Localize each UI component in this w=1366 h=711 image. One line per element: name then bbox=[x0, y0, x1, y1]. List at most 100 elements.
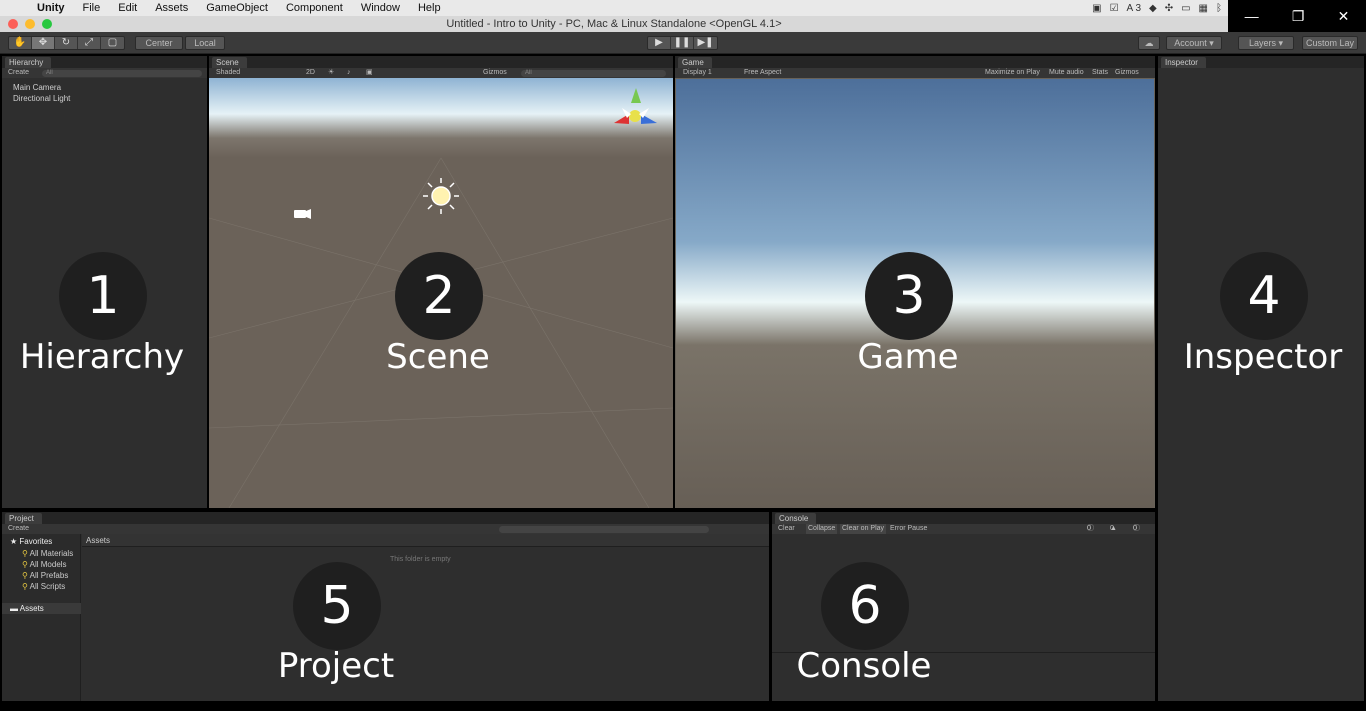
shading-dropdown[interactable]: Shaded bbox=[216, 68, 240, 78]
game-gizmos-dropdown[interactable]: Gizmos bbox=[1115, 68, 1139, 78]
console-panel: Console Clear Collapse Clear on Play Err… bbox=[772, 512, 1155, 701]
tab-console[interactable]: Console bbox=[775, 513, 817, 524]
zoom-dot-icon[interactable] bbox=[42, 19, 52, 29]
hierarchy-item-directional-light[interactable]: Directional Light bbox=[13, 94, 70, 103]
hierarchy-create[interactable]: Create bbox=[8, 68, 29, 78]
fav-all-scripts-label: All Scripts bbox=[29, 582, 66, 591]
light-gizmo-icon[interactable] bbox=[423, 178, 459, 214]
effects-icon[interactable]: ▣ bbox=[366, 68, 373, 78]
scene-search[interactable]: All bbox=[521, 69, 666, 77]
hierarchy-search-placeholder: All bbox=[46, 69, 53, 76]
fav-all-models[interactable]: ⚲ All Models bbox=[22, 560, 67, 569]
tab-game[interactable]: Game bbox=[678, 57, 712, 68]
cloud-icon[interactable]: ☁ bbox=[1138, 36, 1160, 50]
overlay-number-3: 3 bbox=[865, 252, 953, 340]
menu-file[interactable]: File bbox=[74, 2, 110, 14]
project-toolbar: Create bbox=[2, 524, 769, 534]
camera-gizmo-icon[interactable] bbox=[294, 209, 311, 219]
game-panel: Game Display 1 Free Aspect Maximize on P… bbox=[675, 56, 1155, 508]
adobe-count: 3 bbox=[1135, 2, 1141, 14]
overlay-label-scene: Scene bbox=[386, 337, 490, 377]
info-count: 0 bbox=[1087, 525, 1091, 532]
project-search[interactable] bbox=[499, 525, 709, 533]
console-error-pause-toggle[interactable]: Error Pause bbox=[890, 524, 927, 534]
account-label: Account bbox=[1174, 38, 1207, 48]
tab-scene[interactable]: Scene bbox=[212, 57, 247, 68]
rect-tool-icon[interactable]: ▢ bbox=[101, 37, 124, 49]
flag-icon[interactable]: ▦ bbox=[1199, 3, 1208, 14]
menu-help[interactable]: Help bbox=[409, 2, 450, 14]
search-icon: ⚲ bbox=[22, 549, 28, 558]
fav-all-models-label: All Models bbox=[29, 560, 67, 569]
account-dropdown[interactable]: Account ▾ bbox=[1166, 36, 1222, 50]
dropbox-icon[interactable]: ◆ bbox=[1149, 3, 1157, 14]
toggle-2d[interactable]: 2D bbox=[306, 68, 315, 78]
scene-gizmos-dropdown[interactable]: Gizmos bbox=[483, 68, 507, 78]
tab-project[interactable]: Project bbox=[5, 513, 42, 524]
fav-all-prefabs[interactable]: ⚲ All Prefabs bbox=[22, 571, 68, 580]
move-tool-icon[interactable]: ✥ bbox=[32, 37, 55, 49]
menu-component[interactable]: Component bbox=[277, 2, 352, 14]
close-dot-icon[interactable] bbox=[8, 19, 18, 29]
fav-all-materials[interactable]: ⚲ All Materials bbox=[22, 549, 73, 558]
lighting-icon[interactable]: ☀ bbox=[328, 68, 334, 78]
mute-audio-toggle[interactable]: Mute audio bbox=[1049, 68, 1084, 78]
overlay-number-4: 4 bbox=[1220, 252, 1308, 340]
layout-dropdown[interactable]: Custom Lay bbox=[1302, 36, 1358, 50]
stats-toggle[interactable]: Stats bbox=[1092, 68, 1108, 78]
airplay-icon[interactable]: ▭ bbox=[1181, 3, 1190, 14]
pivot-toggle[interactable]: Center bbox=[135, 36, 183, 50]
step-icon[interactable]: ▶❚ bbox=[694, 37, 717, 49]
menu-edit[interactable]: Edit bbox=[109, 2, 146, 14]
scene-search-placeholder: All bbox=[525, 69, 532, 76]
menu-app[interactable]: Unity bbox=[28, 2, 74, 14]
minimize-icon[interactable]: — bbox=[1245, 8, 1259, 24]
console-collapse-toggle[interactable]: Collapse bbox=[806, 524, 838, 534]
restore-icon[interactable]: ❐ bbox=[1292, 8, 1305, 25]
check-status-icon[interactable]: ☑ bbox=[1110, 3, 1119, 14]
pivot-label: Center bbox=[145, 38, 173, 48]
menu-gameobject[interactable]: GameObject bbox=[197, 2, 277, 14]
project-tree: ★ Favorites ⚲ All Materials ⚲ All Models… bbox=[2, 534, 81, 701]
adobe-status-icon[interactable]: A 3 bbox=[1127, 3, 1141, 14]
maximize-on-play-toggle[interactable]: Maximize on Play bbox=[985, 68, 1040, 78]
assets-folder[interactable]: ▬ Assets bbox=[2, 603, 81, 614]
console-clear-button[interactable]: Clear bbox=[778, 524, 795, 534]
hierarchy-panel: Hierarchy Create All Main Camera Directi… bbox=[2, 56, 207, 508]
close-icon[interactable]: ✕ bbox=[1338, 8, 1350, 25]
tab-hierarchy[interactable]: Hierarchy bbox=[5, 57, 52, 68]
scale-tool-icon[interactable]: ⤢ bbox=[78, 37, 101, 49]
project-breadcrumb[interactable]: Assets bbox=[82, 534, 769, 547]
hierarchy-item-main-camera[interactable]: Main Camera bbox=[13, 83, 61, 92]
project-create[interactable]: Create bbox=[8, 524, 29, 534]
menu-window[interactable]: Window bbox=[352, 2, 409, 14]
console-clear-on-play-toggle[interactable]: Clear on Play bbox=[840, 524, 887, 534]
rotate-tool-icon[interactable]: ↻ bbox=[55, 37, 78, 49]
tab-inspector[interactable]: Inspector bbox=[1161, 57, 1206, 68]
display-dropdown[interactable]: Display 1 bbox=[683, 68, 712, 78]
overlay-label-inspector: Inspector bbox=[1183, 337, 1343, 377]
menu-assets[interactable]: Assets bbox=[146, 2, 197, 14]
favorites-label: Favorites bbox=[19, 537, 53, 546]
camera-status-icon[interactable]: ▣ bbox=[1092, 3, 1101, 14]
minimize-dot-icon[interactable] bbox=[25, 19, 35, 29]
project-tab-label: Project bbox=[9, 514, 34, 523]
audio-icon[interactable]: ♪ bbox=[347, 68, 351, 78]
toolbar: ✋ ✥ ↻ ⤢ ▢ Center Local ▶ ❚❚ ▶❚ ☁ Account… bbox=[0, 32, 1366, 54]
hand-tool-icon[interactable]: ✋ bbox=[9, 37, 32, 49]
scene-toolbar: Shaded 2D ☀ ♪ ▣ Gizmos All bbox=[209, 68, 673, 78]
aspect-dropdown[interactable]: Free Aspect bbox=[744, 68, 781, 78]
pause-icon[interactable]: ❚❚ bbox=[671, 37, 694, 49]
space-toggle[interactable]: Local bbox=[185, 36, 225, 50]
layers-dropdown[interactable]: Layers ▾ bbox=[1238, 36, 1294, 50]
hierarchy-search[interactable]: All bbox=[42, 69, 202, 77]
project-panel: Project Create ★ Favorites ⚲ All Materia… bbox=[2, 512, 769, 701]
transform-tools: ✋ ✥ ↻ ⤢ ▢ bbox=[8, 36, 125, 50]
bluetooth-icon[interactable]: ᛒ bbox=[1216, 3, 1222, 14]
inspector-tab-label: Inspector bbox=[1165, 58, 1198, 67]
fav-all-scripts[interactable]: ⚲ All Scripts bbox=[22, 582, 65, 591]
sync-icon[interactable]: ✣ bbox=[1165, 3, 1173, 14]
play-icon[interactable]: ▶ bbox=[648, 37, 671, 49]
search-icon: ⚲ bbox=[22, 571, 28, 580]
favorites-folder[interactable]: ★ Favorites bbox=[10, 537, 52, 546]
